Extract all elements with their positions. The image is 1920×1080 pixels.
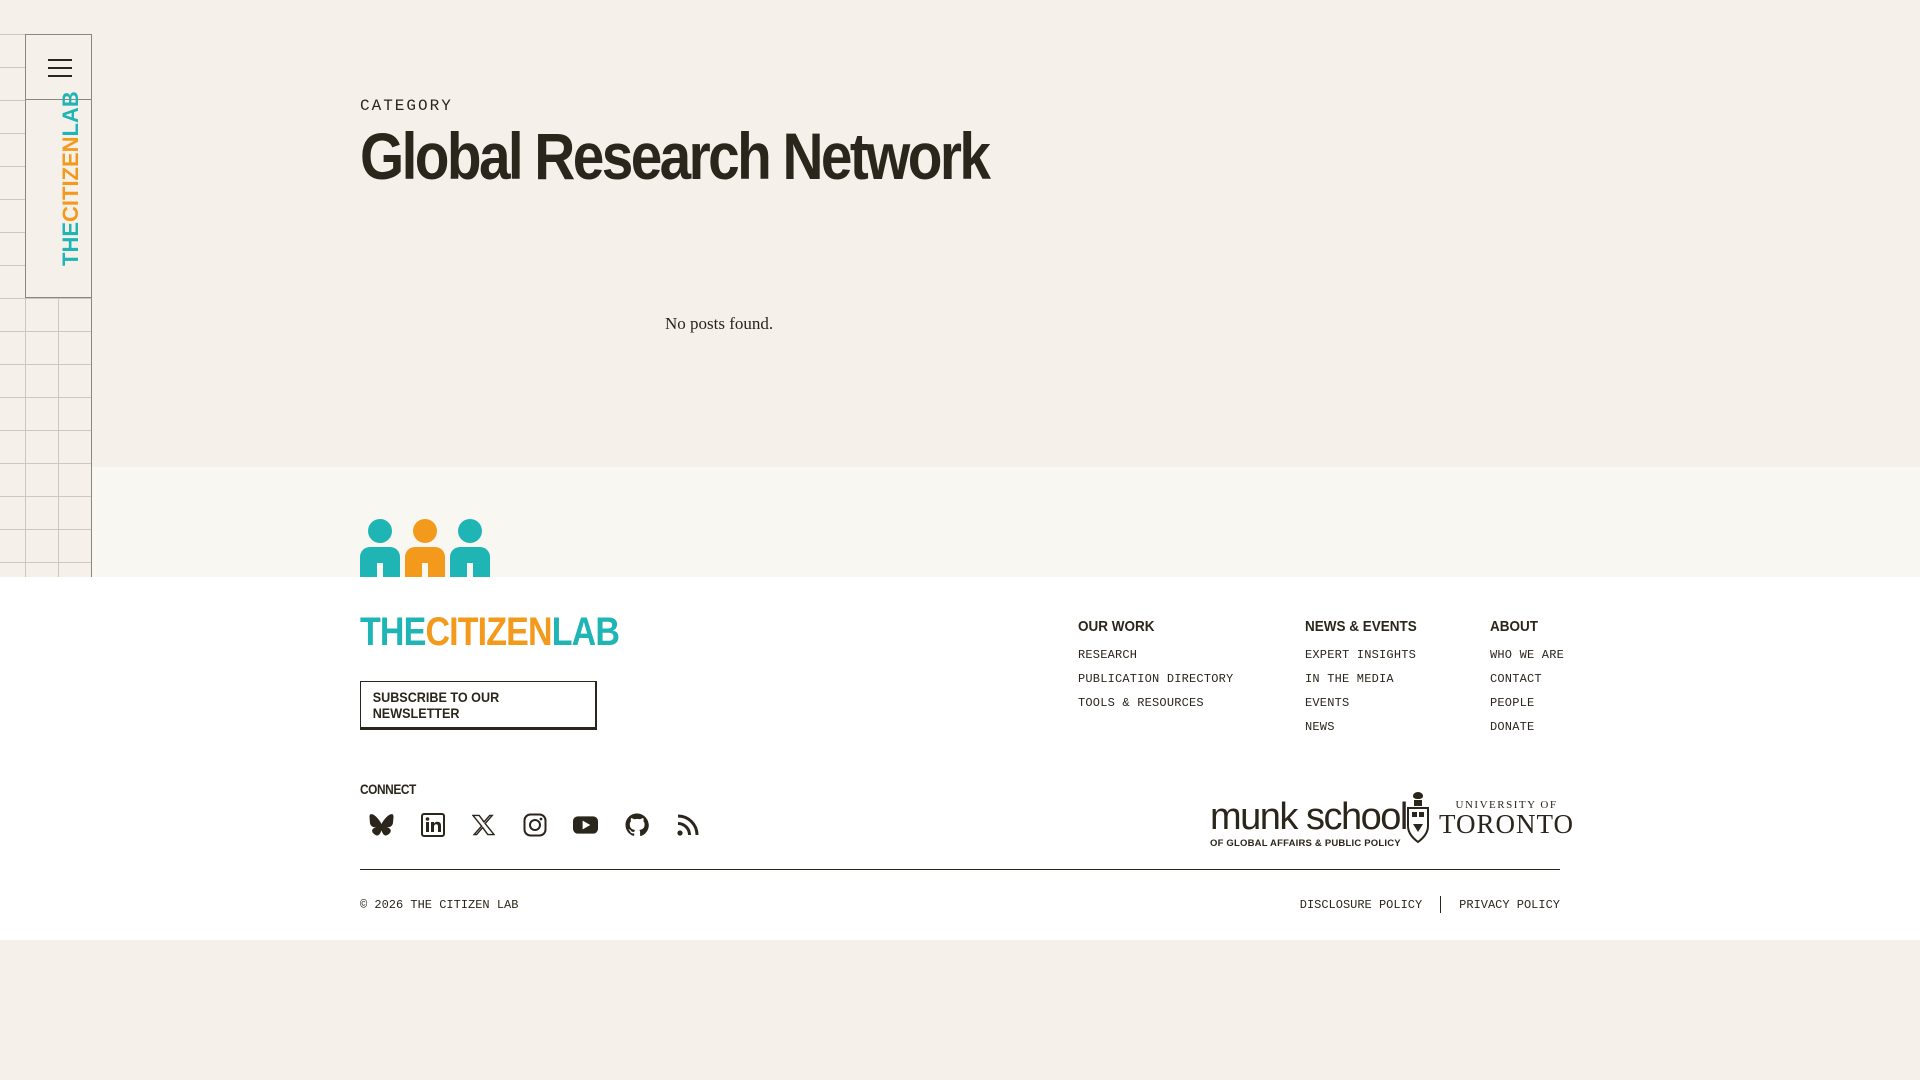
footer-link-news[interactable]: NEWS [1305, 715, 1429, 739]
category-label: CATEGORY [360, 97, 453, 115]
bluesky-link[interactable] [369, 812, 394, 837]
page-title: Global Research Network [360, 119, 991, 193]
person-icon [405, 519, 445, 577]
crest-icon [1407, 792, 1429, 844]
footer-link-people[interactable]: PEOPLE [1490, 691, 1564, 715]
social-links [369, 812, 700, 837]
subscribe-button[interactable]: SUBSCRIBE TO OUR NEWSLETTER [360, 681, 597, 730]
linkedin-link[interactable] [420, 812, 445, 837]
footer-link-contact[interactable]: CONTACT [1490, 667, 1564, 691]
github-link[interactable] [624, 812, 649, 837]
footer-link-research[interactable]: RESEARCH [1078, 643, 1233, 667]
logo-lab: LAB [551, 610, 620, 654]
uoft-logo[interactable]: UNIVERSITY OF TORONTO [1405, 790, 1574, 846]
person-icon [360, 519, 400, 577]
legal-links: DISCLOSURE POLICY PRIVACY POLICY [1300, 896, 1560, 913]
footer-column-about: ABOUT WHO WE ARE CONTACT PEOPLE DONATE [1490, 618, 1564, 739]
column-heading: OUR WORK [1078, 618, 1155, 635]
instagram-icon [523, 813, 546, 836]
footer-link-donate[interactable]: DONATE [1490, 715, 1564, 739]
rss-icon [676, 814, 698, 836]
column-heading: ABOUT [1490, 618, 1538, 635]
footer-logo[interactable]: THECITIZENLAB [360, 610, 620, 655]
footer-link-events[interactable]: EVENTS [1305, 691, 1429, 715]
subscribe-label: SUBSCRIBE TO OUR NEWSLETTER [372, 688, 500, 721]
footer-link-publication-directory[interactable]: PUBLICATION DIRECTORY [1078, 667, 1233, 691]
instagram-link[interactable] [522, 812, 547, 837]
logo-lab: LAB [58, 91, 83, 137]
x-icon [472, 814, 495, 835]
people-graphic [360, 519, 490, 577]
bluesky-icon [369, 813, 394, 835]
logo-citizen: CITIZEN [58, 136, 83, 222]
connect-label: CONNECT [360, 781, 416, 797]
logo-citizen: CITIZEN [425, 610, 552, 654]
footer-column-our-work: OUR WORK RESEARCH PUBLICATION DIRECTORY … [1078, 618, 1233, 715]
munk-school-wordmark: munk school [1210, 796, 1408, 838]
copyright: © 2026 THE CITIZEN LAB [360, 898, 519, 912]
rss-link[interactable] [675, 812, 700, 837]
uoft-bottom-text: TORONTO [1439, 808, 1575, 839]
youtube-icon [573, 815, 598, 834]
footer-link-tools-resources[interactable]: TOOLS & RESOURCES [1078, 691, 1233, 715]
footer-link-in-the-media[interactable]: IN THE MEDIA [1305, 667, 1429, 691]
x-link[interactable] [471, 812, 496, 837]
github-icon [625, 813, 649, 836]
footer-column-news-events: NEWS & EVENTS EXPERT INSIGHTS IN THE MED… [1305, 618, 1429, 739]
column-heading: NEWS & EVENTS [1305, 618, 1417, 635]
linkedin-icon [420, 812, 445, 837]
footer-link-expert-insights[interactable]: EXPERT INSIGHTS [1305, 643, 1429, 667]
legal-separator [1440, 896, 1442, 913]
person-icon [450, 519, 490, 577]
youtube-link[interactable] [573, 812, 598, 837]
footer-link-who-we-are[interactable]: WHO WE ARE [1490, 643, 1564, 667]
logo-the: THE [360, 610, 426, 654]
privacy-policy-link[interactable]: PRIVACY POLICY [1459, 898, 1560, 912]
empty-message: No posts found. [665, 314, 774, 333]
footer-divider [360, 869, 1560, 870]
menu-button[interactable] [25, 34, 92, 100]
munk-school-subtitle: OF GLOBAL AFFAIRS & PUBLIC POLICY [1210, 838, 1401, 849]
logo-the: THE [58, 222, 83, 266]
footer [0, 577, 1920, 940]
disclosure-policy-link[interactable]: DISCLOSURE POLICY [1300, 898, 1422, 912]
rail-logo[interactable]: THECITIZENLAB [58, 91, 84, 266]
munk-school-logo[interactable]: munk school OF GLOBAL AFFAIRS & PUBLIC P… [1210, 796, 1408, 849]
